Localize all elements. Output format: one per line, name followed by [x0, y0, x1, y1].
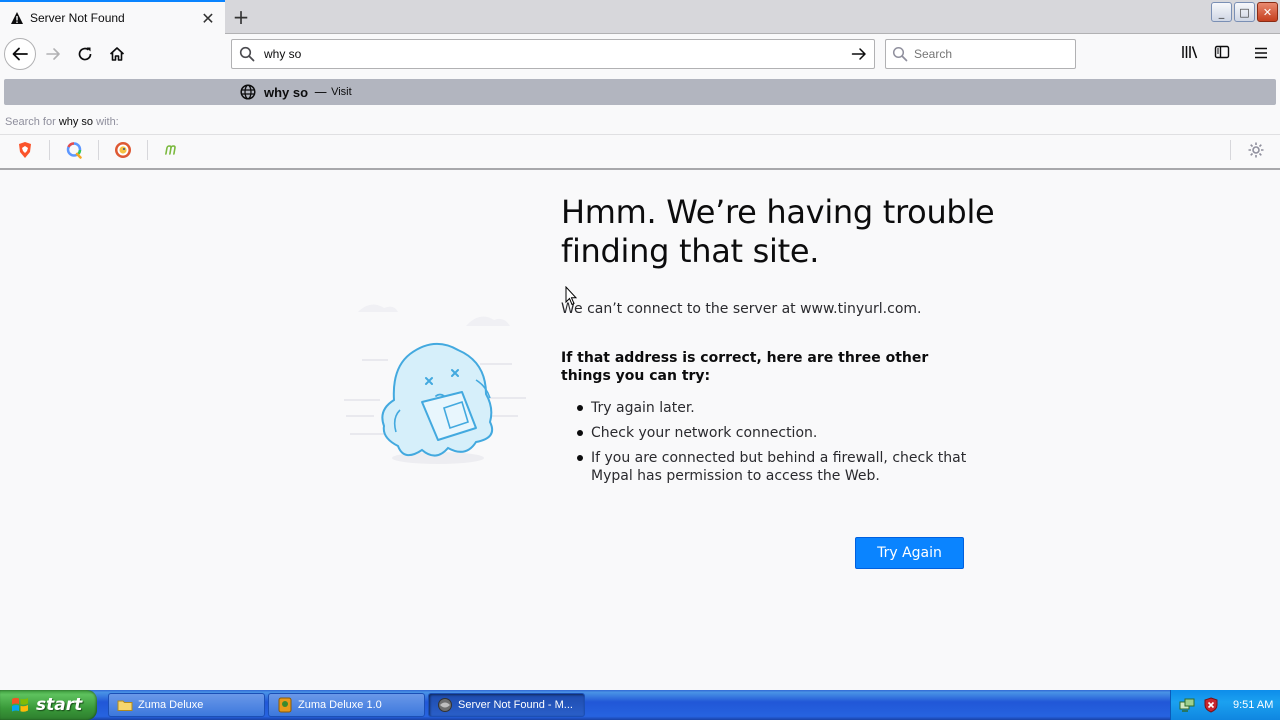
mojeek-engine-icon[interactable]: [163, 141, 181, 159]
search-for-label: Search for why so with:: [5, 116, 119, 128]
search-icon: [232, 46, 262, 62]
taskbar-item-label: Zuma Deluxe 1.0: [298, 699, 382, 711]
go-arrow-icon[interactable]: [844, 46, 874, 62]
error-description: We can’t connect to the server at www.ti…: [561, 301, 922, 317]
globe-icon: [240, 84, 256, 100]
search-bar[interactable]: [885, 39, 1076, 69]
divider: [98, 140, 99, 160]
maximize-button[interactable]: □: [1234, 2, 1255, 22]
start-button[interactable]: start: [0, 690, 97, 720]
divider: [49, 140, 50, 160]
search-for-prefix: Search for: [5, 116, 56, 128]
mypal-browser-icon: [437, 697, 453, 713]
error-title: Hmm. We’re having trouble finding that s…: [561, 193, 995, 270]
clock: 9:51 AM: [1233, 699, 1274, 711]
hamburger-menu-icon: [1254, 45, 1268, 64]
error-illustration: [340, 298, 530, 473]
suggestion-action: Visit: [331, 86, 352, 98]
folder-icon: [117, 697, 133, 713]
list-item: Check your network connection.: [577, 424, 972, 442]
url-suggestion-row[interactable]: why so — Visit: [4, 79, 1276, 105]
new-tab-button[interactable]: +: [228, 4, 254, 30]
qwant-engine-icon[interactable]: [65, 141, 83, 159]
divider: [0, 134, 1280, 135]
zuma-app-icon: [277, 697, 293, 713]
taskbar-item-label: Server Not Found - M...: [458, 699, 573, 711]
taskbar-item-server-not-found[interactable]: Server Not Found - M...: [428, 693, 585, 717]
brave-engine-icon[interactable]: [16, 141, 34, 159]
gear-icon[interactable]: [1247, 141, 1265, 159]
minimize-button[interactable]: _: [1211, 2, 1232, 22]
taskbar: start Zuma Deluxe Zuma Deluxe 1.0 Server…: [0, 690, 1280, 720]
start-label: start: [36, 695, 83, 715]
list-item: If you are connected but behind a firewa…: [577, 449, 972, 485]
navigation-toolbar: [0, 35, 1280, 73]
tab-strip: Server Not Found ✕ + _ □ ✕: [0, 0, 1280, 34]
search-bar-search-icon: [886, 46, 914, 62]
url-input[interactable]: [262, 41, 844, 67]
system-tray: 9:51 AM: [1170, 690, 1280, 720]
search-for-suffix: with:: [96, 116, 119, 128]
home-icon: [109, 46, 125, 62]
security-shield-icon[interactable]: [1203, 697, 1219, 713]
divider: [147, 140, 148, 160]
back-arrow-icon: [11, 45, 29, 63]
suggestion-text: why so: [264, 84, 309, 100]
taskbar-item-zuma-deluxe[interactable]: Zuma Deluxe: [108, 693, 265, 717]
sidebar-icon: [1214, 44, 1230, 64]
search-for-query: why so: [58, 116, 94, 128]
forward-arrow-icon: [45, 46, 61, 62]
url-bar[interactable]: [231, 39, 875, 69]
tab-close-icon[interactable]: ✕: [197, 7, 219, 29]
menu-button[interactable]: [1245, 38, 1277, 70]
tab-server-not-found[interactable]: Server Not Found ✕: [0, 0, 225, 34]
tips-list: Try again later. Check your network conn…: [577, 399, 972, 492]
forward-button[interactable]: [37, 38, 69, 70]
windows-logo-icon: [10, 695, 30, 715]
tips-heading: If that address is correct, here are thr…: [561, 350, 929, 384]
warning-icon: [10, 11, 24, 25]
tab-title: Server Not Found: [30, 11, 125, 25]
taskbar-item-label: Zuma Deluxe: [138, 699, 204, 711]
search-input[interactable]: [914, 41, 1075, 67]
taskbar-item-zuma-deluxe-1-0[interactable]: Zuma Deluxe 1.0: [268, 693, 425, 717]
try-again-button[interactable]: Try Again: [855, 537, 964, 569]
reload-icon: [77, 46, 93, 62]
mouse-cursor-icon: [565, 285, 578, 306]
url-suggestions-popup: why so — Visit Search for why so with:: [0, 73, 1280, 170]
divider: [1230, 140, 1231, 160]
home-button[interactable]: [101, 38, 133, 70]
back-button[interactable]: [4, 38, 36, 70]
network-icon[interactable]: [1179, 697, 1195, 713]
library-button[interactable]: [1174, 38, 1206, 70]
reload-button[interactable]: [69, 38, 101, 70]
suggestion-separator: —: [314, 84, 328, 100]
close-window-button[interactable]: ✕: [1257, 2, 1278, 22]
library-icon: [1181, 44, 1199, 64]
sidebar-button[interactable]: [1206, 38, 1238, 70]
list-item: Try again later.: [577, 399, 972, 417]
duckduckgo-engine-icon[interactable]: [114, 141, 132, 159]
